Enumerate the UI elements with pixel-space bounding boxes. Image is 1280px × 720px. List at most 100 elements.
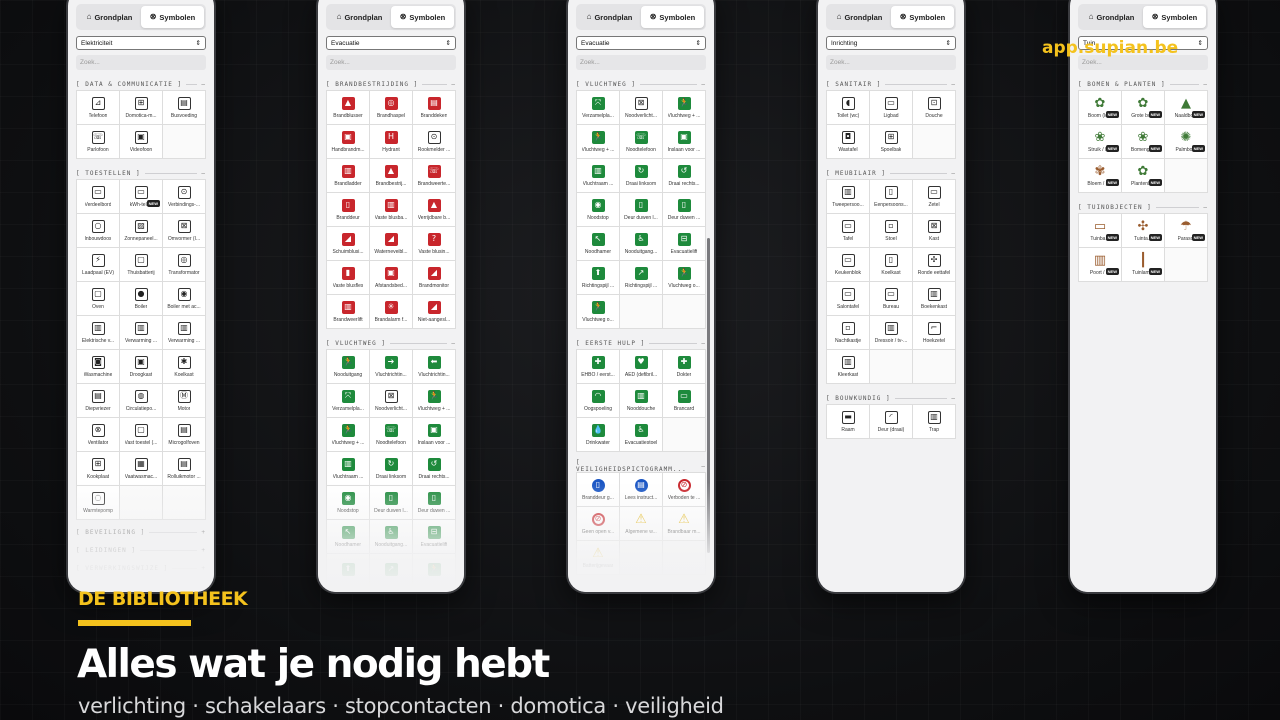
symbol-tile[interactable]: ◢ Brandmonitor [413,261,456,295]
tab-symbolen[interactable]: ⊗ Symbolen [1143,6,1206,28]
symbol-tile[interactable]: ▥ Boekenkast [913,282,956,316]
symbol-tile[interactable]: ⊞ Kookplaat [77,452,120,486]
symbol-tile[interactable]: ⬆ Richtingspijl ... [577,261,620,295]
symbol-tile[interactable]: ▨ Zonnepaneel... [120,214,163,248]
search-input[interactable]: Zoek... [326,55,456,70]
symbol-tile[interactable]: ▯ Koelkast [870,248,913,282]
symbol-tile[interactable]: ▬ Raam [827,405,870,439]
symbol-tile[interactable]: ◢ Niet-aangesl... [413,295,456,329]
section-header[interactable]: [ TOESTELLEN ] — [76,167,206,179]
tab-grondplan[interactable]: ⌂ Grondplan [828,6,891,28]
symbol-tile[interactable]: ⊞ Domotica-m... [120,91,163,125]
symbol-tile[interactable]: ⊟ Evacuatielift [663,227,706,261]
symbol-tile[interactable]: ✚ Dokter [663,350,706,384]
symbol-tile[interactable]: ⚡ Laadpaal (EV) [77,248,120,282]
symbol-tile[interactable]: ▥ Verwarming ... [120,316,163,350]
symbol-tile[interactable]: ◠ Oogspoeling [577,384,620,418]
section-header[interactable]: [ BOUWKUNDIG ] — [826,392,956,404]
symbol-tile[interactable]: ▥ Verwarming ... [163,316,206,350]
symbol-tile[interactable]: ◎ Transformator [163,248,206,282]
collapse-toggle[interactable]: — [451,81,456,88]
symbol-tile[interactable]: ↗ Richtingspijl ... [620,261,663,295]
symbol-tile[interactable]: ▤ Busvoeding [163,91,206,125]
symbol-tile[interactable]: ▥ Vluchtraam ... [577,159,620,193]
symbol-tile[interactable]: ✱ Koelkast [163,350,206,384]
collapse-toggle[interactable]: — [1203,204,1208,211]
collapse-toggle[interactable]: — [701,340,706,347]
section-header[interactable]: [ EERSTE HULP ] — [576,337,706,349]
symbol-tile[interactable]: ▥ Trap [913,405,956,439]
symbol-tile[interactable]: ↻ Draai linksom [370,452,413,486]
symbol-tile[interactable]: ✺ Palmbo... NEW [1165,125,1208,159]
symbol-tile[interactable]: H Hydrant [370,125,413,159]
section-header[interactable]: [ TUINOBJECTEN ] — [1078,201,1208,213]
collapse-toggle[interactable]: — [951,170,956,177]
category-select[interactable]: Evacuatie ⇕ [576,36,706,50]
symbol-tile[interactable]: ⊗ Ventilator [77,418,120,452]
tab-symbolen[interactable]: ⊗ Symbolen [641,6,704,28]
symbol-tile[interactable]: ▥ Kleerkast [827,350,870,384]
collapse-toggle[interactable]: — [951,81,956,88]
tab-grondplan[interactable]: ⌂ Grondplan [1080,6,1143,28]
symbol-tile[interactable]: ☏ Brandweerte... [413,159,456,193]
app-url[interactable]: app.supian.be [1042,38,1178,58]
symbol-tile[interactable]: 🏃 Vluchtweg + ... [663,91,706,125]
symbol-tile[interactable]: ▣ Afstandsbed... [370,261,413,295]
symbol-tile[interactable]: ▥ Poort / ... NEW [1079,248,1122,282]
symbol-tile[interactable]: ↻ Draai linksom [620,159,663,193]
symbol-tile[interactable]: 🏃 Vluchtweg + ... [577,125,620,159]
symbol-tile[interactable]: ▢ Oven [77,282,120,316]
symbol-tile[interactable]: 🏃 Vluchtweg + ... [327,418,370,452]
symbol-tile[interactable]: ✣ Ronde eettafel [913,248,956,282]
symbol-tile[interactable]: 🏃 Vluchtweg o... [663,261,706,295]
symbol-tile[interactable]: ⊙ Verbindings-... [163,180,206,214]
collapse-toggle[interactable]: — [701,463,706,470]
symbol-tile[interactable]: ✿ Plantenb... NEW [1122,159,1165,193]
symbol-tile[interactable]: ▲ Brandbestrij... [370,159,413,193]
symbol-tile[interactable]: ▭ Zetel [913,180,956,214]
symbol-tile[interactable]: ? Vaste blusin... [413,227,456,261]
symbol-tile[interactable]: ☏ Noodtelefoon [370,418,413,452]
category-select[interactable]: Evacuatie ⇕ [326,36,456,50]
symbol-tile[interactable]: ▥ Nooddouche [620,384,663,418]
tab-symbolen[interactable]: ⊗ Symbolen [141,6,204,28]
symbol-tile[interactable]: 🏃 Vluchtweg o... [577,295,620,329]
symbol-tile[interactable]: Ⓜ Motor [163,384,206,418]
symbol-tile[interactable]: ◉ Boiler met ac... [163,282,206,316]
symbol-tile[interactable]: ↺ Draai rechts... [663,159,706,193]
collapse-toggle[interactable]: — [201,170,206,177]
symbol-tile[interactable]: ⤧ Verzamelpla... [327,384,370,418]
symbol-tile[interactable]: ◖ Toilet (wc) [827,91,870,125]
symbol-tile[interactable]: 🏃 Vluchtweg + ... [413,384,456,418]
symbol-tile[interactable]: ⊡ Douche [913,91,956,125]
symbol-tile[interactable]: ◢ Schuimblusi... [327,227,370,261]
symbol-tile[interactable]: ▥ Tweepersoo... [827,180,870,214]
symbol-tile[interactable]: ▲ Brandblusser [327,91,370,125]
symbol-tile[interactable]: 🏃 Nooduitgang [327,350,370,384]
collapse-toggle[interactable]: — [701,81,706,88]
symbol-tile[interactable]: ♿ Evacuatiestoel [620,418,663,452]
symbol-tile[interactable]: ⌐ Hoekzetel [913,316,956,350]
section-header[interactable]: [ DATA & COMMUNICATIE ] — [76,78,206,90]
symbol-tile[interactable]: ✳ Brandalarm f... [370,295,413,329]
symbol-tile[interactable]: ♥ AED (defibril... [620,350,663,384]
tab-grondplan[interactable]: ⌂ Grondplan [78,6,141,28]
symbol-tile[interactable]: ✚ EHBO / eerst... [577,350,620,384]
symbol-tile[interactable]: ▯ Eenpersoons... [870,180,913,214]
symbol-tile[interactable]: ▯ Deur duwen ... [663,193,706,227]
symbol-tile[interactable]: ▫ Nachtkastje [827,316,870,350]
symbol-tile[interactable]: ⊠ Noodverlicht... [620,91,663,125]
symbol-tile[interactable]: ▦ Vaatwasmac... [120,452,163,486]
symbol-tile[interactable]: ▭ Verdeelbord [77,180,120,214]
symbol-tile[interactable]: ▭ Brancard [663,384,706,418]
symbol-tile[interactable]: ↖ Noodhamer [577,227,620,261]
collapse-toggle[interactable]: — [951,395,956,402]
symbol-tile[interactable]: ⊿ Telefoon [77,91,120,125]
symbol-tile[interactable]: ✣ Tuinta... NEW [1122,214,1165,248]
symbol-tile[interactable]: ▢ Thuisbatterij [120,248,163,282]
collapse-toggle[interactable]: — [201,81,206,88]
symbol-tile[interactable]: ▯ Deur duwen l... [620,193,663,227]
symbol-tile[interactable]: ▫ Stoel [870,214,913,248]
symbol-tile[interactable]: ❀ Struik / h... NEW [1079,125,1122,159]
symbol-tile[interactable]: ▥ Brandladder [327,159,370,193]
